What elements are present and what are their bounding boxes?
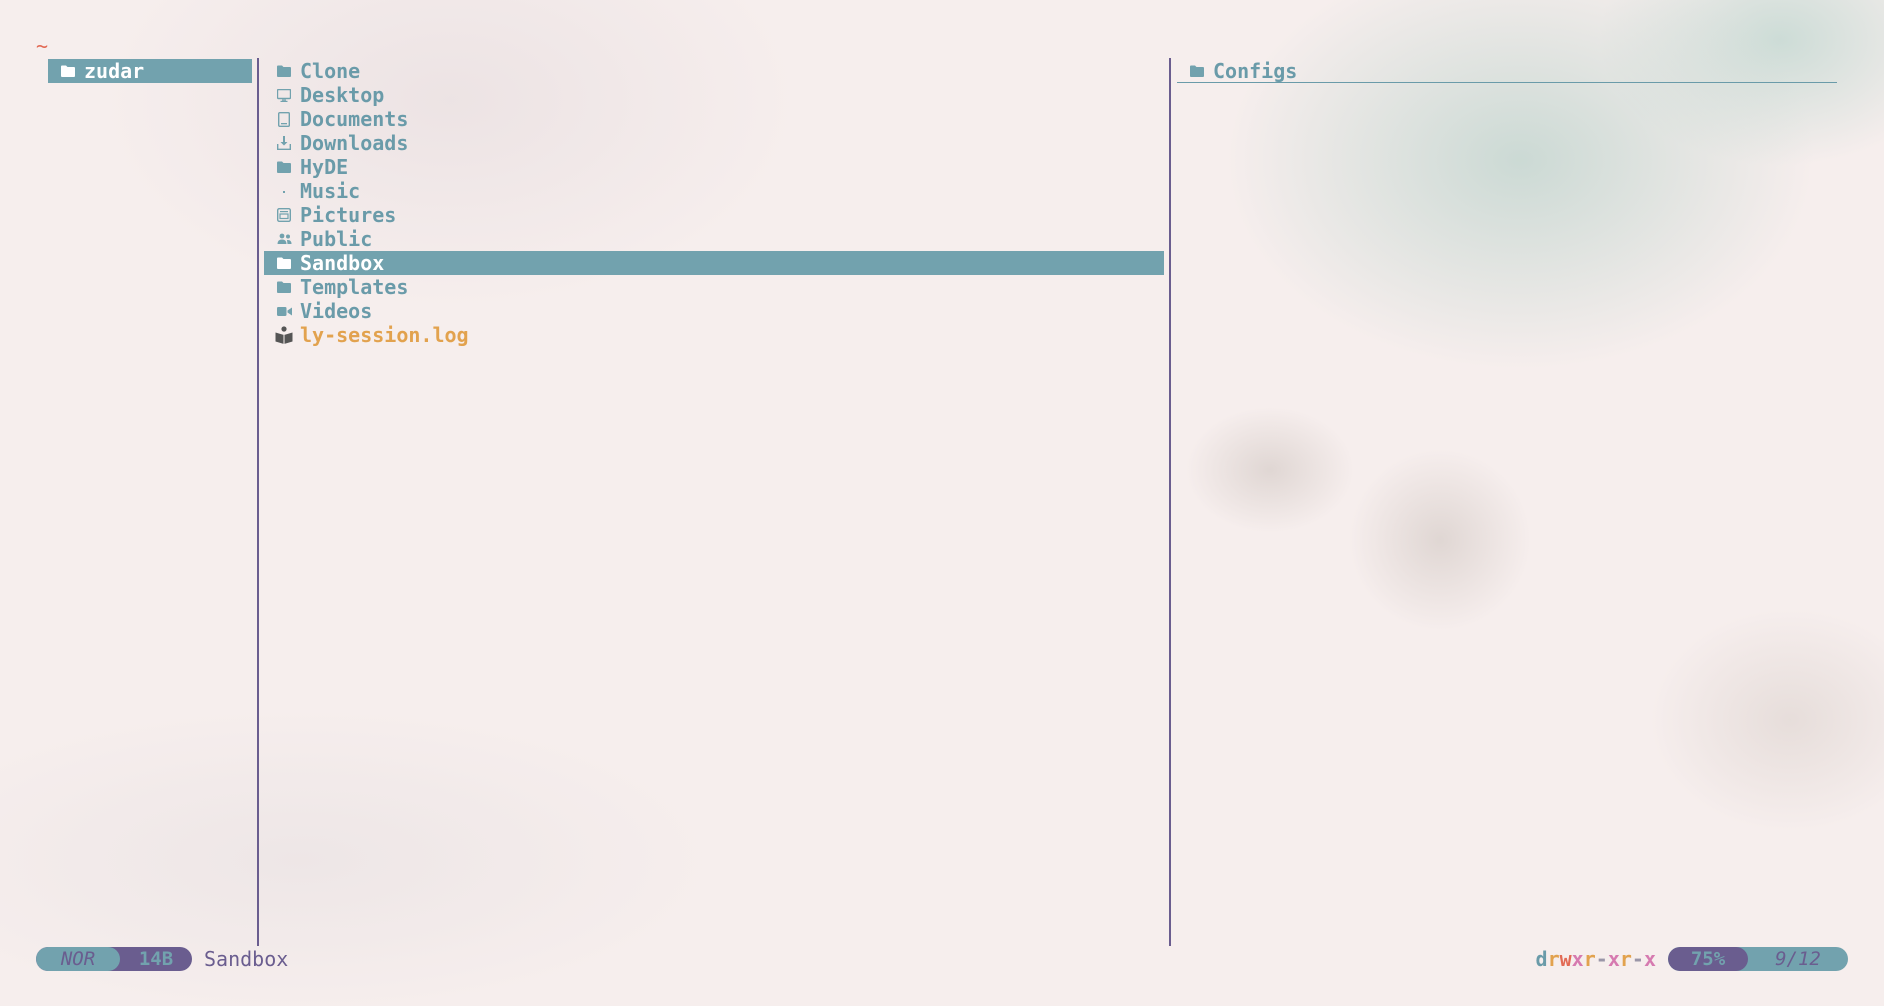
item-label: Documents <box>300 107 409 131</box>
folder-icon <box>274 157 294 177</box>
file-size: 14B <box>138 948 174 970</box>
parent-pane: zudar <box>48 59 252 83</box>
list-item-public[interactable]: Public <box>264 227 1164 251</box>
item-label: Desktop <box>300 83 385 107</box>
permission-char: r <box>1619 947 1632 971</box>
item-label: Downloads <box>300 131 409 155</box>
list-item-pictures[interactable]: Pictures <box>264 203 1164 227</box>
pane-separator-left <box>257 58 259 946</box>
cursor-position: 9/12 <box>1775 948 1821 970</box>
videos-icon <box>274 301 294 321</box>
list-item-videos[interactable]: Videos <box>264 299 1164 323</box>
item-label: Public <box>300 227 373 251</box>
item-label: zudar <box>84 59 145 83</box>
item-label: HyDE <box>300 155 349 179</box>
documents-icon <box>274 109 294 129</box>
folder-icon <box>274 61 294 81</box>
scroll-percent: 75% <box>1668 947 1748 971</box>
current-directory: ~ <box>36 34 49 58</box>
list-item-music[interactable]: Music <box>264 179 1164 203</box>
list-item-documents[interactable]: Documents <box>264 107 1164 131</box>
hovered-name: Sandbox <box>204 947 289 971</box>
log-file-icon <box>274 325 294 345</box>
permission-char: w <box>1559 947 1572 971</box>
item-label: Clone <box>300 59 361 83</box>
list-item-ly-session-log[interactable]: ly-session.log <box>264 323 1164 347</box>
item-label: ly-session.log <box>300 323 469 347</box>
permission-char: x <box>1571 947 1584 971</box>
list-item-templates[interactable]: Templates <box>264 275 1164 299</box>
folder-icon <box>274 277 294 297</box>
status-bar: NOR 14B Sandbox drwxr-xr-x 75% 9/12 <box>36 947 1848 971</box>
permission-char: - <box>1595 947 1608 971</box>
list-item-sandbox[interactable]: Sandbox <box>264 251 1164 275</box>
list-item-configs[interactable]: Configs <box>1177 59 1837 83</box>
public-icon <box>274 229 294 249</box>
item-label: Videos <box>300 299 373 323</box>
folder-icon <box>58 61 78 81</box>
downloads-icon <box>274 133 294 153</box>
permission-char: x <box>1607 947 1620 971</box>
item-label: Configs <box>1213 58 1298 83</box>
item-label: Sandbox <box>300 251 385 275</box>
desktop-icon <box>274 85 294 105</box>
folder-icon <box>1187 61 1207 81</box>
list-item-clone[interactable]: Clone <box>264 59 1164 83</box>
permissions: drwxr-xr-x <box>1536 947 1656 971</box>
list-item-hyde[interactable]: HyDE <box>264 155 1164 179</box>
permission-char: x <box>1643 947 1656 971</box>
folder-icon <box>274 253 294 273</box>
mode-pill: NOR 14B <box>36 947 192 971</box>
permission-char: - <box>1631 947 1644 971</box>
pane-separator-right <box>1169 58 1171 946</box>
position-pill: 75% 9/12 <box>1668 947 1848 971</box>
item-label: Music <box>300 179 361 203</box>
mode-indicator: NOR <box>36 947 120 971</box>
music-icon <box>274 181 294 201</box>
list-item-downloads[interactable]: Downloads <box>264 131 1164 155</box>
permission-char: r <box>1583 947 1596 971</box>
list-item-desktop[interactable]: Desktop <box>264 83 1164 107</box>
preview-pane: Configs <box>1177 59 1837 83</box>
current-pane: Clone Desktop Documents Downloads HyDE Music P… <box>264 59 1164 347</box>
pictures-icon <box>274 205 294 225</box>
file-manager: ~ zudar Clone Desktop Documents Downloads Hy… <box>0 0 1884 1006</box>
item-label: Templates <box>300 275 409 299</box>
permission-char: d <box>1535 947 1548 971</box>
list-item-zudar[interactable]: zudar <box>48 59 252 83</box>
item-label: Pictures <box>300 203 397 227</box>
permission-char: r <box>1547 947 1560 971</box>
